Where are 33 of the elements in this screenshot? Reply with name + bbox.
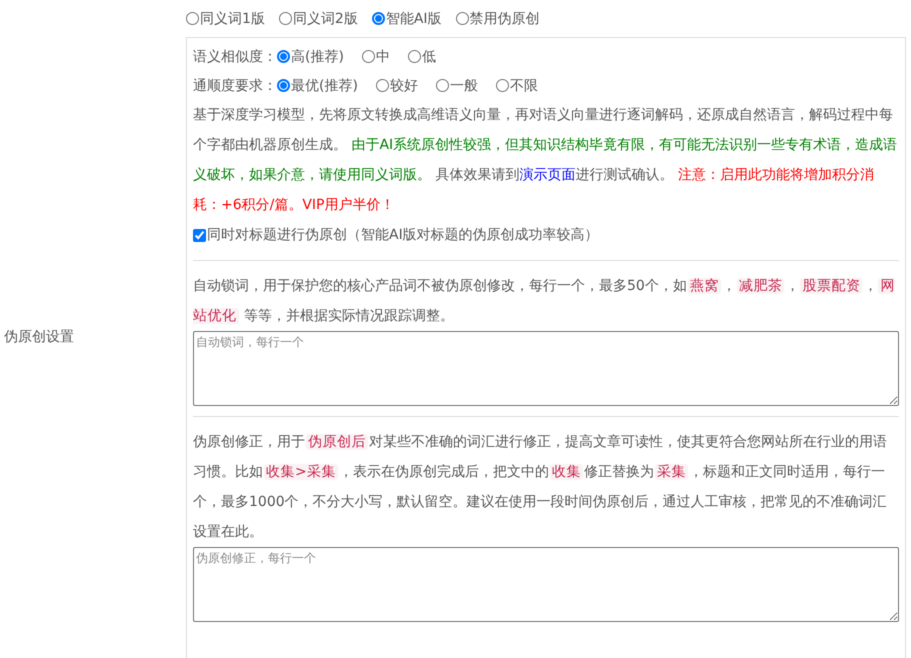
radio-button[interactable] (496, 79, 509, 92)
radio-option[interactable]: 低 (408, 48, 436, 66)
radio-option[interactable]: 不限 (496, 76, 538, 94)
demo-page-link[interactable]: 演示页面 (519, 167, 576, 183)
option-label: 通顺度要求： (193, 76, 277, 94)
radio-button[interactable] (372, 12, 385, 25)
radio-option[interactable]: 禁用伪原创 (456, 10, 540, 28)
section-label: 伪原创设置 (4, 328, 74, 346)
radio-button[interactable] (408, 50, 421, 63)
radio-option[interactable]: 一般 (436, 76, 478, 94)
radio-button[interactable] (362, 50, 375, 63)
description-text: 基于深度学习模型，先将原文转换成高维语义向量，再对语义向量进行逐词解码，还原成自然语言，解码过程中每个字都由机器原创生成。 由于AI系统原创性较强，但其知识结构毕竟有限，有可能无法识别一些专有术语，造成语义破坏，如果介意，请使用同义词版。 具体效果请到演示页面进行测试确认。 注意：启用此功能将增加积分消耗：+6积分/篇。VIP用户半价！ (193, 106, 898, 215)
option-label: 语义相似度： (193, 48, 277, 66)
text-area[interactable]: 伪原创修正，每行一个 (193, 547, 899, 622)
radio-option[interactable]: 智能AI版 (372, 10, 442, 28)
text-area[interactable]: 自动锁词，每行一个 (193, 331, 899, 406)
checkbox[interactable] (193, 228, 206, 242)
radio-button[interactable] (456, 12, 469, 25)
radio-button[interactable] (186, 12, 199, 25)
radio-option[interactable]: 中 (362, 48, 390, 66)
description-text: 伪原创修正，用于 伪原创后 对某些不准确的词汇进行修正，提高文章可读性，使其更符合您网站所在行业的用语习惯。比如 收集>采集 ，表示在伪原创完成后，把文中的 收集 修正替换为 采集 ，标题和正文同时适用，每行一个，最多1000个，不分大小写，默认留空。建议在使用一段时间伪原创后，通过人工审核，把常见的不准确词汇设置在此。 (193, 433, 888, 542)
radio-option[interactable]: 较好 (376, 76, 418, 94)
radio-option[interactable]: 同义词2版 (278, 10, 358, 28)
checkbox-option[interactable]: 同时对标题进行伪原创（智能AI版对标题的伪原创成功率较高） (193, 220, 599, 250)
radio-button[interactable] (436, 79, 449, 92)
radio-option[interactable]: 高(推荐) (277, 48, 344, 66)
radio-button[interactable] (277, 79, 290, 92)
radio-option[interactable]: 同义词1版 (186, 10, 265, 28)
description-text: 自动锁词，用于保护您的核心产品词不被伪原创修改，每行一个，最多50个，如 燕窝 ， 减肥茶 ， 股票配资 ， 网站优化 等等，并根据实际情况跟踪调整。 (193, 277, 896, 326)
radio-button[interactable] (376, 79, 389, 92)
radio-button[interactable] (278, 12, 292, 25)
radio-button[interactable] (277, 50, 290, 63)
radio-option[interactable]: 最优(推荐) (277, 76, 358, 94)
